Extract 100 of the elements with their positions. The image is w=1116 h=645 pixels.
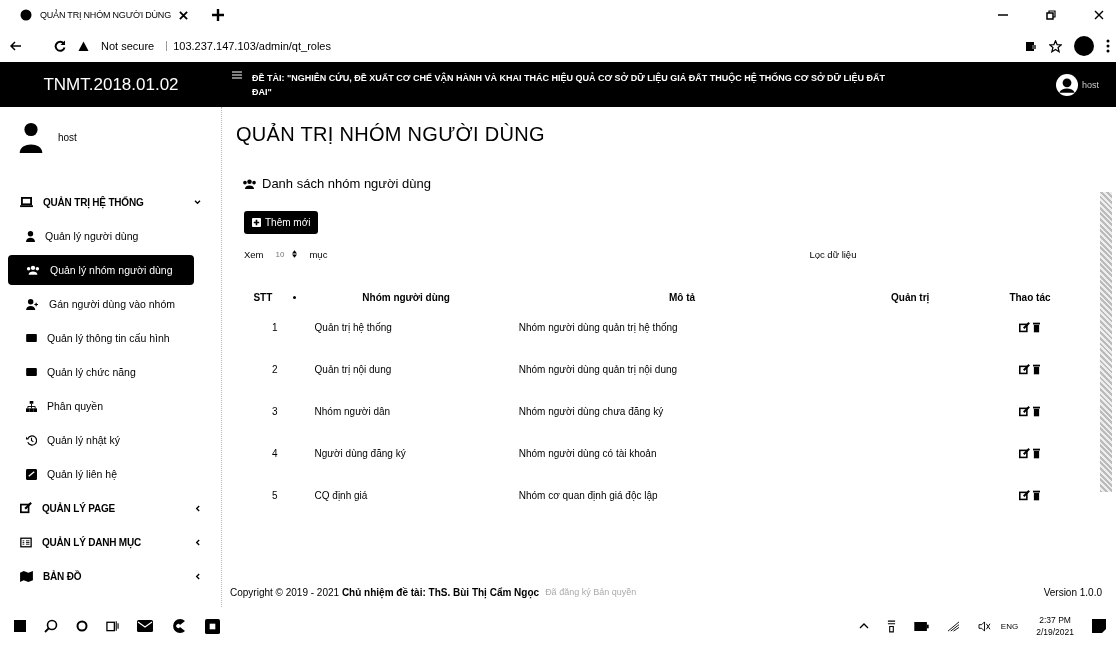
menu-section[interactable]: BẢN ĐỒ [0, 559, 221, 593]
circle-icon[interactable] [76, 620, 88, 632]
edit-icon[interactable] [1019, 364, 1031, 375]
trash-icon[interactable] [1033, 406, 1041, 417]
menu-item[interactable]: Phân quyền [8, 391, 194, 421]
project-title: ĐỀ TÀI: "NGHIÊN CỨU, ĐỀ XUẤT CƠ CHẾ VẬN HÀNH VÀ KHAI THÁC HIỆU QUẢ CƠ SỞ DỮ LIỆU GIÁ ĐẤT THUỘC HỆ THỐNG CƠ SỞ DỮ LIỆU ĐẤT ĐAI" [252, 71, 887, 99]
version-text: Version 1.0.0 [1043, 586, 1102, 598]
menu-item[interactable]: Quản lý người dùng [8, 221, 194, 251]
menu-item[interactable]: Quản lý nhật ký [8, 425, 194, 455]
menu-item[interactable]: Quản lý nhóm người dùng [8, 255, 194, 285]
trash-icon[interactable] [1033, 322, 1041, 333]
table-cell: 2 [272, 364, 278, 375]
menu-section[interactable]: QUẢN LÝ DANH MỤC [0, 525, 221, 559]
trash-icon[interactable] [1033, 448, 1041, 459]
list-icon [20, 536, 32, 548]
users-icon [242, 178, 257, 189]
chevron-left-icon [194, 504, 200, 512]
browser-tab[interactable]: QUẢN TRỊ NHÓM NGƯỜI DÙNG [12, 5, 196, 25]
trash-icon[interactable] [1033, 364, 1041, 375]
filter-label: Lọc dữ liệu [809, 248, 857, 260]
column-header: Thao tác [1009, 291, 1051, 303]
edit-icon[interactable] [1019, 406, 1031, 417]
sitemap-icon [26, 400, 37, 412]
battery-icon[interactable] [913, 621, 929, 631]
menu-item[interactable]: Quản lý thông tin cấu hình [8, 323, 194, 353]
edit-icon [20, 502, 32, 514]
user-silhouette-icon [18, 121, 44, 153]
search-icon[interactable] [44, 619, 58, 633]
menu-section[interactable]: QUẢN TRỊ HỆ THỐNG [0, 185, 221, 219]
back-icon[interactable] [10, 40, 22, 52]
table-cell: 1 [272, 322, 278, 333]
table-cell: Nhóm người dùng quản trị nội dung [518, 364, 678, 375]
language-indicator[interactable]: ENG [1000, 621, 1019, 631]
table-cell: Nhóm người dùng quản trị hệ thống [518, 322, 678, 333]
list-title: Danh sách nhóm người dùng [262, 176, 431, 191]
map-icon [20, 570, 33, 582]
new-tab-icon[interactable] [211, 9, 224, 21]
laptop-icon [20, 196, 33, 208]
speaker-icon[interactable] [977, 620, 991, 632]
sort-arrows-icon [292, 250, 298, 258]
start-icon[interactable] [14, 620, 26, 632]
chevron-down-icon [193, 199, 201, 205]
table-cell: 3 [272, 406, 278, 417]
column-header: Nhóm người dùng [362, 291, 450, 303]
table-cell: 4 [272, 448, 278, 459]
scrollbar[interactable] [1100, 192, 1112, 492]
page-size-select[interactable]: 10 [275, 249, 298, 259]
sort-icon[interactable] [293, 296, 297, 300]
menu-item[interactable]: Quản lý chức năng [8, 357, 194, 387]
table-cell: Nhóm người dùng chưa đăng ký [518, 406, 664, 417]
table-cell: Nhóm cơ quan định giá độc lập [518, 490, 658, 501]
rights-text: Đã đăng ký Bản quyền [545, 587, 637, 597]
user-plus-icon [26, 298, 39, 310]
table-cell: CQ định giá [314, 490, 368, 501]
menu-icon[interactable] [1106, 39, 1110, 53]
add-new-button[interactable]: Thêm mới [244, 211, 319, 234]
rectangle-icon [26, 334, 37, 342]
menu-item[interactable]: Quản lý liên hệ [8, 459, 194, 489]
reload-icon[interactable] [54, 40, 66, 52]
profile-avatar-icon[interactable] [1074, 36, 1094, 56]
rectangle-icon [26, 368, 37, 376]
edit-icon[interactable] [1019, 448, 1031, 459]
table-cell: Người dùng đăng ký [314, 448, 406, 459]
clock-date[interactable]: 2/19/2021 [1036, 626, 1074, 638]
user-name: host [58, 131, 77, 143]
note-icon [26, 468, 37, 480]
chevron-up-icon[interactable] [858, 623, 869, 629]
edit-icon[interactable] [1019, 322, 1031, 333]
app-icon[interactable] [205, 618, 220, 634]
security-label[interactable]: Not secure [101, 40, 155, 52]
tray-icon[interactable] [886, 619, 896, 633]
close-icon[interactable] [1094, 10, 1104, 20]
users-icon [26, 265, 40, 275]
edit-icon[interactable] [1019, 490, 1031, 501]
star-icon[interactable] [1049, 39, 1062, 53]
copyright-text: Copyright © 2019 - 2021 Chủ nhiệm đề tài: ThS. Bùi Thị Cẩm Ngọc [230, 586, 540, 598]
table-cell: Quản trị hệ thống [314, 322, 392, 333]
table-cell: Nhóm người dùng có tài khoản [518, 448, 657, 459]
clock-time[interactable]: 2:37 PM [1039, 614, 1071, 626]
trash-icon[interactable] [1033, 490, 1041, 501]
brand-title[interactable]: TNMT.2018.01.02 [0, 74, 222, 95]
menu-item[interactable]: Gán người dùng vào nhóm [8, 289, 194, 319]
restore-icon[interactable] [1046, 10, 1056, 20]
page-title: QUẢN TRỊ NHÓM NGƯỜI DÙNG [236, 123, 546, 146]
menu-section[interactable]: QUẢN LÝ PAGE [0, 491, 221, 525]
table-cell: Nhóm người dân [314, 406, 391, 417]
chevron-left-icon [194, 572, 200, 580]
mail-icon[interactable] [137, 620, 153, 632]
user-icon [26, 230, 35, 242]
extension-icon[interactable] [1025, 40, 1037, 52]
notification-icon[interactable] [1092, 619, 1106, 633]
close-icon[interactable] [178, 10, 188, 20]
warning-icon[interactable] [78, 40, 89, 52]
address-field[interactable]: 103.237.147.103/admin/qt_roles [173, 40, 331, 52]
history-icon [26, 434, 37, 446]
column-header[interactable]: STT [253, 291, 273, 303]
task-view-icon[interactable] [106, 620, 119, 632]
user-avatar-icon[interactable] [1056, 73, 1078, 96]
chevron-left-icon [194, 538, 200, 546]
user-name[interactable]: host [1082, 79, 1099, 90]
